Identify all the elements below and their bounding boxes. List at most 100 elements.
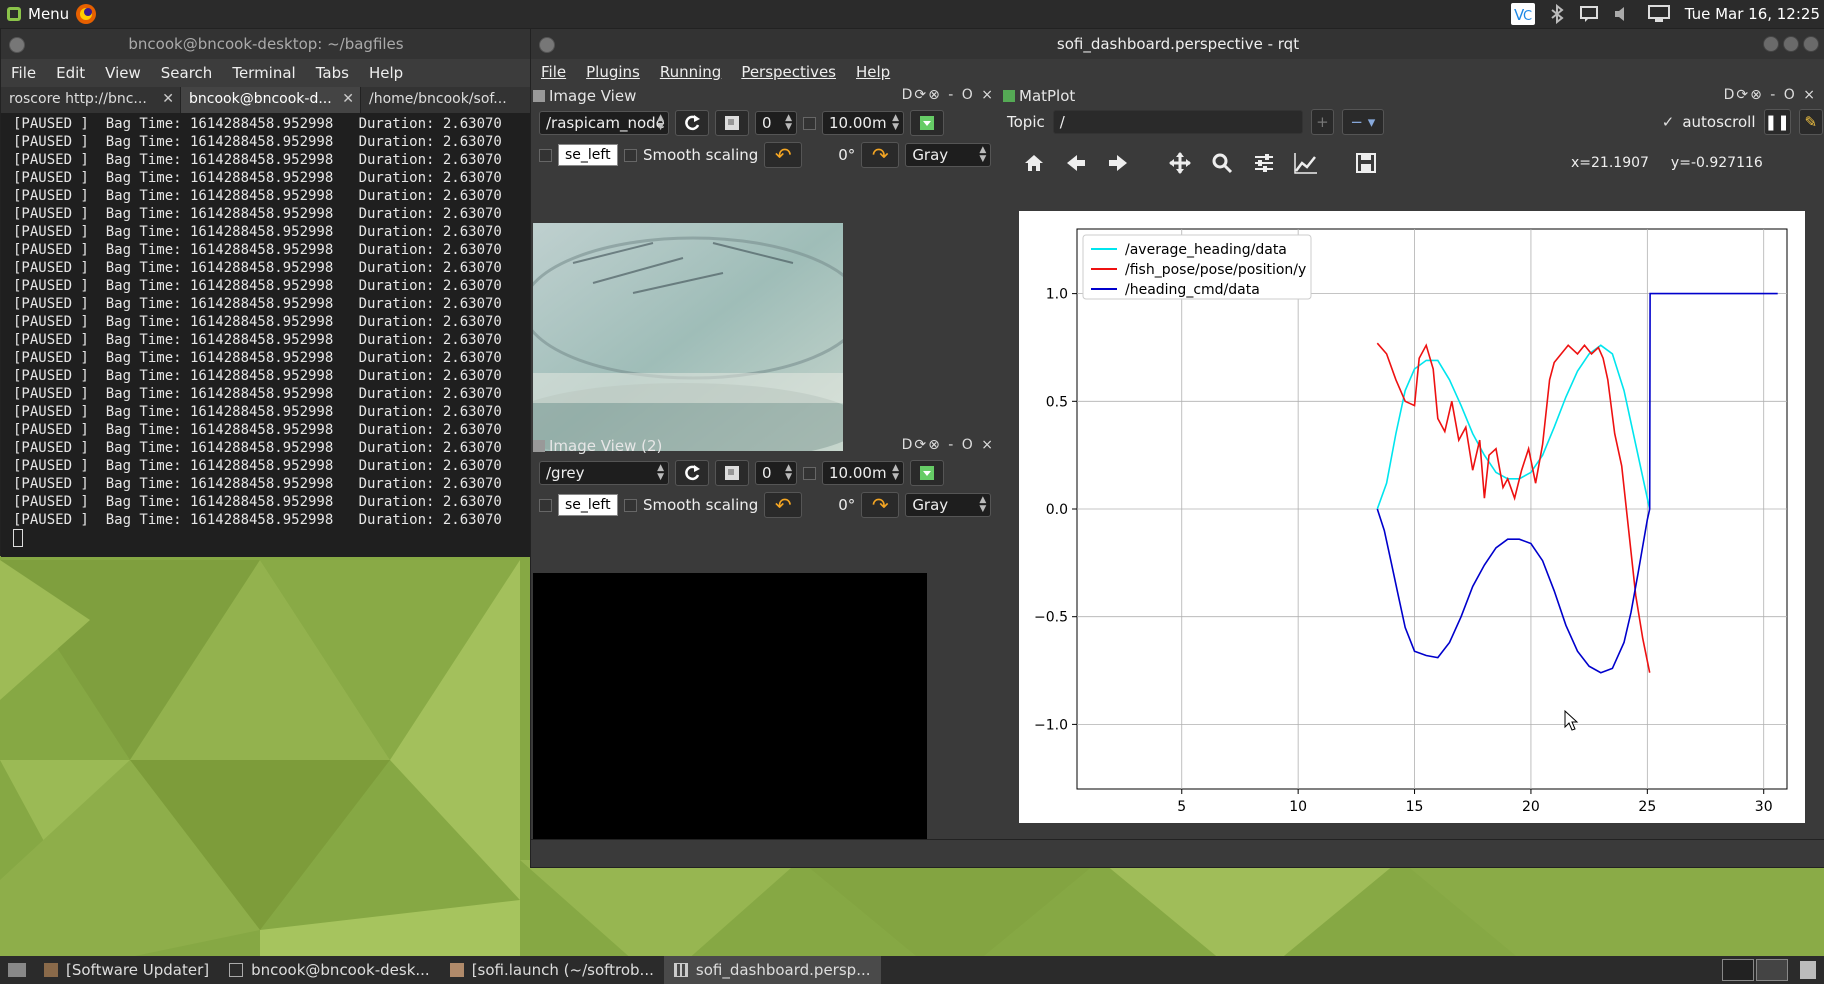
refresh-button[interactable] xyxy=(675,460,709,486)
rqt-menu-running[interactable]: Running xyxy=(650,63,731,81)
window-menu-icon[interactable] xyxy=(9,37,25,53)
rotate-right-button[interactable]: ↷ xyxy=(861,492,900,518)
mouse-topic-input[interactable]: se_left xyxy=(558,494,618,516)
terminal-menu-help[interactable]: Help xyxy=(359,64,413,82)
minimize-button[interactable] xyxy=(1763,36,1779,52)
zoom-fit-button[interactable] xyxy=(715,110,749,136)
rate-checkbox[interactable] xyxy=(803,116,816,130)
legend: /average_heading/data /fish_pose/pose/po… xyxy=(1082,234,1312,300)
terminal-line: [PAUSED ] Bag Time: 1614288458.952998 Du… xyxy=(13,476,502,492)
color-mode-combo[interactable]: Gray ▲ ▼ xyxy=(905,493,992,517)
tab-label: /home/bncook/sof... xyxy=(369,91,507,107)
topic-combo[interactable]: /raspicam_node ▲ ▼ xyxy=(539,111,669,135)
rotate-left-icon: ↶ xyxy=(774,143,792,167)
x-tick-label: 10 xyxy=(1289,799,1307,815)
workspace-switcher[interactable] xyxy=(1722,959,1788,981)
close-icon[interactable]: ✕ xyxy=(162,91,174,107)
add-topic-button[interactable]: + xyxy=(1311,109,1334,135)
clear-button[interactable]: ✎ xyxy=(1798,109,1824,135)
camera-image[interactable] xyxy=(533,223,843,451)
zoom-button[interactable] xyxy=(1207,148,1237,178)
color-mode-value: Gray xyxy=(912,146,949,164)
pane-controls[interactable]: D⟳⊗ - O × xyxy=(902,87,995,103)
volume-icon[interactable] xyxy=(1613,5,1633,23)
grey-image[interactable] xyxy=(533,573,927,865)
chat-icon[interactable] xyxy=(1579,5,1599,23)
firefox-icon[interactable] xyxy=(75,3,97,25)
terminal-menu-tabs[interactable]: Tabs xyxy=(306,64,359,82)
terminal-menu-terminal[interactable]: Terminal xyxy=(222,64,305,82)
task-software-updater[interactable]: [Software Updater] xyxy=(34,956,219,984)
autoscroll-checkbox[interactable]: ✓ xyxy=(1662,113,1675,131)
pause-button[interactable]: ❚❚ xyxy=(1763,109,1791,135)
pane-controls[interactable]: D⟳⊗ - O × xyxy=(1724,87,1817,103)
rate-spinbox[interactable]: 10.00m ▲ ▼ xyxy=(822,111,904,135)
smooth-scaling-checkbox[interactable] xyxy=(624,498,637,512)
home-button[interactable] xyxy=(1019,148,1049,178)
rqt-titlebar[interactable]: sofi_dashboard.perspective - rqt xyxy=(531,29,1824,59)
close-icon[interactable]: ✕ xyxy=(342,91,354,107)
window-menu-icon[interactable] xyxy=(539,37,555,53)
workspace-2[interactable] xyxy=(1756,959,1788,981)
pane-controls[interactable]: D⟳⊗ - O × xyxy=(902,437,995,453)
workspace-1[interactable] xyxy=(1722,959,1754,981)
cursor-y-readout: y=-0.927116 xyxy=(1670,155,1763,171)
network-icon[interactable] xyxy=(1647,4,1671,24)
save-figure-button[interactable] xyxy=(1351,148,1381,178)
trash-icon[interactable] xyxy=(1800,961,1816,979)
back-arrow-icon xyxy=(1067,155,1085,171)
rotate-left-button[interactable]: ↶ xyxy=(764,142,803,168)
mouse-pub-checkbox[interactable] xyxy=(539,148,552,162)
edit-axis-button[interactable] xyxy=(1291,148,1321,178)
terminal-menu-edit[interactable]: Edit xyxy=(46,64,95,82)
task-terminal[interactable]: bncook@bncook-desk... xyxy=(219,956,440,984)
pan-button[interactable] xyxy=(1165,148,1195,178)
terminal-menu-view[interactable]: View xyxy=(95,64,151,82)
mouse-pub-checkbox[interactable] xyxy=(539,498,552,512)
forward-button[interactable] xyxy=(1103,148,1133,178)
show-desktop-icon[interactable] xyxy=(8,963,26,977)
frame-spinbox[interactable]: 0 ▲ ▼ xyxy=(755,461,797,485)
terminal-menu-file[interactable]: File xyxy=(1,64,46,82)
mouse-topic-input[interactable]: se_left xyxy=(558,144,618,166)
rate-checkbox[interactable] xyxy=(803,466,816,480)
rqt-menu-help[interactable]: Help xyxy=(846,63,900,81)
topic-input[interactable]: / xyxy=(1052,110,1304,134)
maximize-button[interactable] xyxy=(1783,36,1799,52)
clock[interactable]: Tue Mar 16, 12:25 xyxy=(1685,5,1820,23)
smooth-scaling-checkbox[interactable] xyxy=(624,148,637,162)
zoom-fit-button[interactable] xyxy=(715,460,749,486)
plot-canvas[interactable]: 5 10 15 20 25 30 −1.0 −0.5 0.0 0.5 1.0 /average_he… xyxy=(1019,211,1805,823)
terminal-line: [PAUSED ] Bag Time: 1614288458.952998 Du… xyxy=(13,422,502,438)
terminal-tab-shell[interactable]: bncook@bncook-d... ✕ xyxy=(181,87,361,113)
terminal-menu-search[interactable]: Search xyxy=(151,64,223,82)
close-button[interactable] xyxy=(1803,36,1819,52)
frame-spinbox[interactable]: 0 ▲ ▼ xyxy=(755,111,797,135)
remove-topic-button[interactable]: − ▾ xyxy=(1341,109,1384,135)
y-tick-label: 0.0 xyxy=(1046,502,1068,518)
rotate-left-button[interactable]: ↶ xyxy=(764,492,803,518)
rate-spinbox[interactable]: 10.00m ▲ ▼ xyxy=(822,461,904,485)
line-chart-icon xyxy=(1294,153,1317,174)
bluetooth-icon[interactable] xyxy=(1549,4,1565,24)
menu-button[interactable]: Menu xyxy=(0,3,97,25)
rqt-menu-file[interactable]: File xyxy=(531,63,576,81)
terminal-titlebar[interactable]: bncook@bncook-desktop: ~/bagfiles xyxy=(1,29,531,59)
terminal-tab-home[interactable]: /home/bncook/sof... xyxy=(361,87,531,113)
rqt-menu-perspectives[interactable]: Perspectives xyxy=(731,63,846,81)
refresh-button[interactable] xyxy=(675,110,709,136)
task-sofi-launch[interactable]: [sofi.launch (~/softrob... xyxy=(440,956,664,984)
color-mode-combo[interactable]: Gray ▲ ▼ xyxy=(905,143,992,167)
save-image-button[interactable] xyxy=(910,110,944,136)
rotate-right-button[interactable]: ↷ xyxy=(861,142,900,168)
sliders-icon xyxy=(1255,154,1273,172)
rqt-menu-plugins[interactable]: Plugins xyxy=(576,63,650,81)
topic-combo[interactable]: /grey ▲ ▼ xyxy=(539,461,669,485)
subplots-button[interactable] xyxy=(1249,148,1279,178)
terminal-output[interactable]: [PAUSED ] Bag Time: 1614288458.952998 Du… xyxy=(1,113,531,557)
back-button[interactable] xyxy=(1061,148,1091,178)
terminal-tab-roscore[interactable]: roscore http://bnc... ✕ xyxy=(1,87,181,113)
task-rqt[interactable]: sofi_dashboard.persp... xyxy=(663,956,881,984)
vscode-icon[interactable]: VC xyxy=(1510,3,1535,25)
save-image-button[interactable] xyxy=(910,460,944,486)
